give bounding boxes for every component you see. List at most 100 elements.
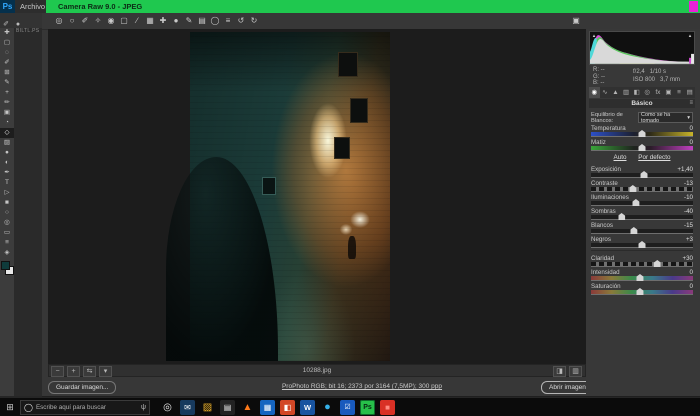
rotate-right-icon[interactable]: ↻ xyxy=(249,13,259,29)
slider-thumb[interactable] xyxy=(636,288,643,295)
taskbar-cortana-icon[interactable]: ◎ xyxy=(160,400,175,415)
crop-tool-icon[interactable]: ▢ xyxy=(119,13,129,29)
taskbar-edge-icon[interactable]: ● xyxy=(320,400,335,415)
hand-tool-icon[interactable]: ○ xyxy=(0,208,14,218)
gradient-tool-icon[interactable]: ▨ xyxy=(0,138,14,148)
quick-selection-tool-icon[interactable]: ✐ xyxy=(0,58,14,68)
pen-tool-icon[interactable]: ✒ xyxy=(0,168,14,178)
eraser-tool-icon[interactable]: ◇ xyxy=(0,128,14,138)
taskbar-app-orange-icon[interactable]: ◧ xyxy=(280,400,295,415)
panel-header: Básico ≡ xyxy=(589,99,695,108)
color-sampler-tool-icon[interactable]: ✧ xyxy=(93,13,103,29)
blur-tool-icon[interactable]: ● xyxy=(0,148,14,158)
taskbar-app-blue-icon[interactable]: ▦ xyxy=(260,400,275,415)
radial-filter-tool-icon[interactable]: ◯ xyxy=(210,13,220,29)
clone-stamp-tool-icon[interactable]: ▣ xyxy=(0,108,14,118)
windows-taskbar: ⊞ ◯ Escribe aquí para buscar ψ ◎ ✉ ▨ ▤ ▲ ▦ ◧ W ●… xyxy=(0,398,700,416)
start-button[interactable]: ⊞ xyxy=(0,402,20,413)
tab-hsl-grayscale[interactable]: ▥ xyxy=(621,87,632,98)
tab-detail[interactable]: ▲ xyxy=(610,87,621,98)
edit-toolbar-icon[interactable]: ≡ xyxy=(0,238,14,248)
auto-default-links: Auto Por defecto xyxy=(591,153,693,163)
move-tool-icon[interactable]: ✚ xyxy=(0,28,14,38)
save-image-button[interactable]: Guardar imagen... xyxy=(48,381,116,394)
slider-thumb[interactable] xyxy=(654,260,661,267)
auto-link[interactable]: Auto xyxy=(614,154,627,161)
white-balance-tool-icon[interactable]: ✐ xyxy=(80,13,90,29)
tab-basic[interactable]: ◉ xyxy=(589,87,600,98)
marquee-tool-icon[interactable]: ▢ xyxy=(0,38,14,48)
preview-settings-button[interactable]: ◨ xyxy=(553,366,566,377)
zoom-tool-icon[interactable]: ◎ xyxy=(0,218,14,228)
slider-thumb[interactable] xyxy=(636,274,643,281)
screen-mode-icon[interactable]: ◈ xyxy=(0,248,14,258)
red-eye-tool-icon[interactable]: ● xyxy=(171,13,181,29)
slider-thumb[interactable] xyxy=(639,241,646,248)
slider-thumb[interactable] xyxy=(618,213,625,220)
slider-thumb[interactable] xyxy=(630,227,637,234)
slider-thumb[interactable] xyxy=(639,130,646,137)
healing-brush-tool-icon[interactable]: + xyxy=(0,88,14,98)
preferences-icon[interactable]: ≡ xyxy=(223,13,233,29)
slider-thumb[interactable] xyxy=(629,185,636,192)
shape-tool-icon[interactable]: ■ xyxy=(0,198,14,208)
exposure-slider: Exposición xyxy=(591,166,621,173)
tab-camera-calibration[interactable]: ▣ xyxy=(663,87,674,98)
hand-tool-icon[interactable]: ○ xyxy=(67,13,77,29)
taskbar-search-input[interactable]: ◯ Escribe aquí para buscar ψ xyxy=(20,400,150,415)
path-selection-tool-icon[interactable]: ▷ xyxy=(0,188,14,198)
workflow-options-link[interactable]: ProPhoto RGB; bit 16; 2373 por 3164 (7,5… xyxy=(162,377,562,396)
ps-document-tab[interactable]: BILTL.PS xyxy=(16,28,42,34)
straighten-tool-icon[interactable]: ∕ xyxy=(132,13,142,29)
tab-tone-curve[interactable]: ∿ xyxy=(600,87,611,98)
slider-thumb[interactable] xyxy=(632,199,639,206)
clarity-slider: Claridad+30 xyxy=(591,255,693,266)
slider-thumb[interactable] xyxy=(639,144,646,151)
taskbar-vlc-icon[interactable]: ▲ xyxy=(240,400,255,415)
taskbar-notes-icon[interactable]: ▤ xyxy=(220,400,235,415)
menu-archivo[interactable]: Archivo xyxy=(20,0,45,13)
microphone-icon[interactable]: ψ xyxy=(141,404,146,411)
slider-thumb[interactable] xyxy=(641,171,648,178)
artboard-tool-icon[interactable]: ▭ xyxy=(0,228,14,238)
highlight-clipping-indicator[interactable]: ▴ xyxy=(687,33,693,39)
rotate-left-icon[interactable]: ↺ xyxy=(236,13,246,29)
crop-tool-icon[interactable]: ⊞ xyxy=(0,68,14,78)
acr-window-title[interactable]: Camera Raw 9.0 - JPEG xyxy=(46,0,700,13)
taskbar-todo-icon[interactable]: ☑ xyxy=(340,400,355,415)
tab-effects[interactable]: fx xyxy=(653,87,664,98)
tab-snapshots[interactable]: ▤ xyxy=(684,87,695,98)
tab-split-toning[interactable]: ◧ xyxy=(631,87,642,98)
spot-removal-tool-icon[interactable]: ✚ xyxy=(158,13,168,29)
lasso-tool-icon[interactable]: ◌ xyxy=(0,48,14,58)
dodge-tool-icon[interactable]: ◐ xyxy=(0,158,14,168)
brush-tool-icon[interactable]: ✏ xyxy=(0,98,14,108)
pedestrian-silhouette xyxy=(348,236,356,259)
targeted-adjustment-tool-icon[interactable]: ◉ xyxy=(106,13,116,29)
shadow-clipping-indicator[interactable]: ▴ xyxy=(591,33,597,39)
type-tool-icon[interactable]: T xyxy=(0,178,14,188)
preview-mode-button[interactable]: ▥ xyxy=(569,366,582,377)
adjustment-brush-tool-icon[interactable]: ✎ xyxy=(184,13,194,29)
tab-presets[interactable]: ≡ xyxy=(674,87,685,98)
default-link[interactable]: Por defecto xyxy=(638,154,670,161)
panel-menu-icon[interactable]: ≡ xyxy=(689,99,693,108)
graduated-filter-tool-icon[interactable]: ▤ xyxy=(197,13,207,29)
preview-image[interactable] xyxy=(190,32,390,361)
histogram[interactable]: ▴ ▴ xyxy=(589,31,695,65)
taskbar-red-app-icon[interactable]: ■ xyxy=(380,400,395,415)
eyedropper-tool-icon[interactable]: ✎ xyxy=(0,78,14,88)
foreground-color-swatch[interactable] xyxy=(1,261,10,270)
taskbar-word-icon[interactable]: W xyxy=(300,400,315,415)
color-swatches[interactable] xyxy=(0,261,14,275)
taskbar-explorer-icon[interactable]: ▨ xyxy=(200,400,215,415)
white-balance-select[interactable]: Como se ha tomado ▾ xyxy=(638,112,693,123)
zoom-tool-icon[interactable]: ◎ xyxy=(54,13,64,29)
transform-tool-icon[interactable]: ▦ xyxy=(145,13,155,29)
taskbar-mail-icon[interactable]: ✉ xyxy=(180,400,195,415)
toggle-fullscreen-icon[interactable]: ▣ xyxy=(570,13,582,29)
tab-lens-corrections[interactable]: ◎ xyxy=(642,87,653,98)
window-decoration xyxy=(350,98,368,123)
taskbar-photoshop-icon[interactable]: Ps xyxy=(360,400,375,415)
history-brush-tool-icon[interactable]: ◔ xyxy=(0,118,14,128)
